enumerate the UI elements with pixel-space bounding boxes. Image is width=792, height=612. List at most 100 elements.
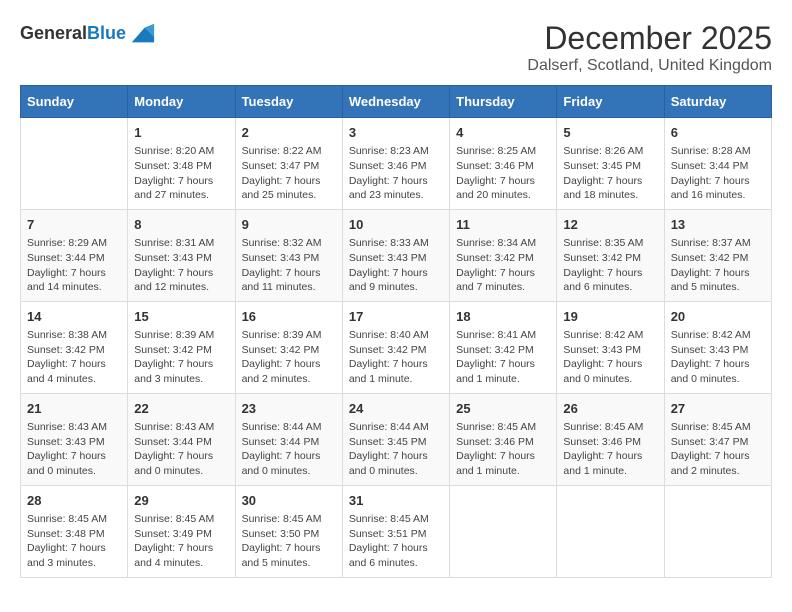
day-info: Sunrise: 8:35 AMSunset: 3:42 PMDaylight:… — [563, 236, 657, 295]
day-info: Sunrise: 8:26 AMSunset: 3:45 PMDaylight:… — [563, 144, 657, 203]
day-number: 4 — [456, 124, 550, 142]
calendar-cell: 2 Sunrise: 8:22 AMSunset: 3:47 PMDaylight… — [235, 118, 342, 210]
title-section: December 2025 Dalserf, Scotland, United … — [527, 20, 772, 75]
day-number: 31 — [349, 492, 443, 510]
day-number: 17 — [349, 308, 443, 326]
day-number: 13 — [671, 216, 765, 234]
day-number: 8 — [134, 216, 228, 234]
calendar-cell: 5 Sunrise: 8:26 AMSunset: 3:45 PMDaylight… — [557, 118, 664, 210]
day-info: Sunrise: 8:45 AMSunset: 3:48 PMDaylight:… — [27, 512, 121, 571]
calendar-cell: 14 Sunrise: 8:38 AMSunset: 3:42 PMDayligh… — [21, 301, 128, 393]
calendar-cell: 28 Sunrise: 8:45 AMSunset: 3:48 PMDayligh… — [21, 485, 128, 577]
day-number: 23 — [242, 400, 336, 418]
calendar-cell: 27 Sunrise: 8:45 AMSunset: 3:47 PMDayligh… — [664, 393, 771, 485]
day-info: Sunrise: 8:20 AMSunset: 3:48 PMDaylight:… — [134, 144, 228, 203]
day-number: 25 — [456, 400, 550, 418]
day-number: 24 — [349, 400, 443, 418]
calendar-cell: 15Sunrise: 8:39 AMSunset: 3:42 PMDayligh… — [128, 301, 235, 393]
calendar-cell — [664, 485, 771, 577]
day-info: Sunrise: 8:41 AMSunset: 3:42 PMDaylight:… — [456, 328, 550, 387]
day-info: Sunrise: 8:29 AMSunset: 3:44 PMDaylight:… — [27, 236, 121, 295]
day-number: 26 — [563, 400, 657, 418]
day-number: 20 — [671, 308, 765, 326]
calendar-cell: 22Sunrise: 8:43 AMSunset: 3:44 PMDayligh… — [128, 393, 235, 485]
day-number: 10 — [349, 216, 443, 234]
day-info: Sunrise: 8:43 AMSunset: 3:43 PMDaylight:… — [27, 420, 121, 479]
day-number: 19 — [563, 308, 657, 326]
day-number: 12 — [563, 216, 657, 234]
day-info: Sunrise: 8:31 AMSunset: 3:43 PMDaylight:… — [134, 236, 228, 295]
calendar-table: SundayMondayTuesdayWednesdayThursdayFrid… — [20, 85, 772, 578]
day-info: Sunrise: 8:44 AMSunset: 3:44 PMDaylight:… — [242, 420, 336, 479]
day-info: Sunrise: 8:37 AMSunset: 3:42 PMDaylight:… — [671, 236, 765, 295]
day-number: 3 — [349, 124, 443, 142]
calendar-cell: 3 Sunrise: 8:23 AMSunset: 3:46 PMDaylight… — [342, 118, 449, 210]
calendar-cell: 21Sunrise: 8:43 AMSunset: 3:43 PMDayligh… — [21, 393, 128, 485]
logo-general-text: General — [20, 23, 87, 43]
calendar-cell: 23 Sunrise: 8:44 AMSunset: 3:44 PMDayligh… — [235, 393, 342, 485]
day-number: 2 — [242, 124, 336, 142]
day-info: Sunrise: 8:42 AMSunset: 3:43 PMDaylight:… — [563, 328, 657, 387]
header-day-sunday: Sunday — [21, 86, 128, 118]
day-number: 1 — [134, 124, 228, 142]
week-row-4: 21Sunrise: 8:43 AMSunset: 3:43 PMDayligh… — [21, 393, 772, 485]
day-info: Sunrise: 8:34 AMSunset: 3:42 PMDaylight:… — [456, 236, 550, 295]
day-number: 14 — [27, 308, 121, 326]
calendar-cell — [21, 118, 128, 210]
day-info: Sunrise: 8:45 AMSunset: 3:49 PMDaylight:… — [134, 512, 228, 571]
day-info: Sunrise: 8:39 AMSunset: 3:42 PMDaylight:… — [242, 328, 336, 387]
logo-icon — [128, 20, 156, 48]
calendar-cell: 8 Sunrise: 8:31 AMSunset: 3:43 PMDaylight… — [128, 209, 235, 301]
calendar-cell — [557, 485, 664, 577]
calendar-cell: 20 Sunrise: 8:42 AMSunset: 3:43 PMDayligh… — [664, 301, 771, 393]
day-number: 27 — [671, 400, 765, 418]
header-day-thursday: Thursday — [450, 86, 557, 118]
calendar-cell: 19 Sunrise: 8:42 AMSunset: 3:43 PMDayligh… — [557, 301, 664, 393]
calendar-cell: 7 Sunrise: 8:29 AMSunset: 3:44 PMDaylight… — [21, 209, 128, 301]
day-info: Sunrise: 8:23 AMSunset: 3:46 PMDaylight:… — [349, 144, 443, 203]
calendar-cell: 6Sunrise: 8:28 AMSunset: 3:44 PMDaylight… — [664, 118, 771, 210]
day-number: 28 — [27, 492, 121, 510]
calendar-cell: 12 Sunrise: 8:35 AMSunset: 3:42 PMDayligh… — [557, 209, 664, 301]
day-number: 22 — [134, 400, 228, 418]
day-info: Sunrise: 8:25 AMSunset: 3:46 PMDaylight:… — [456, 144, 550, 203]
calendar-cell: 30Sunrise: 8:45 AMSunset: 3:50 PMDayligh… — [235, 485, 342, 577]
day-number: 5 — [563, 124, 657, 142]
day-number: 18 — [456, 308, 550, 326]
day-info: Sunrise: 8:44 AMSunset: 3:45 PMDaylight:… — [349, 420, 443, 479]
calendar-cell: 1 Sunrise: 8:20 AMSunset: 3:48 PMDaylight… — [128, 118, 235, 210]
logo-blue-text: Blue — [87, 23, 126, 43]
header-day-saturday: Saturday — [664, 86, 771, 118]
header-row: SundayMondayTuesdayWednesdayThursdayFrid… — [21, 86, 772, 118]
calendar-cell: 9 Sunrise: 8:32 AMSunset: 3:43 PMDaylight… — [235, 209, 342, 301]
week-row-5: 28 Sunrise: 8:45 AMSunset: 3:48 PMDayligh… — [21, 485, 772, 577]
day-number: 30 — [242, 492, 336, 510]
calendar-cell: 11 Sunrise: 8:34 AMSunset: 3:42 PMDayligh… — [450, 209, 557, 301]
calendar-cell: 13 Sunrise: 8:37 AMSunset: 3:42 PMDayligh… — [664, 209, 771, 301]
calendar-cell — [450, 485, 557, 577]
day-info: Sunrise: 8:45 AMSunset: 3:47 PMDaylight:… — [671, 420, 765, 479]
calendar-body: 1 Sunrise: 8:20 AMSunset: 3:48 PMDaylight… — [21, 118, 772, 578]
day-number: 11 — [456, 216, 550, 234]
header-day-tuesday: Tuesday — [235, 86, 342, 118]
page-header: GeneralBlue December 2025 Dalserf, Scotl… — [20, 20, 772, 75]
day-info: Sunrise: 8:32 AMSunset: 3:43 PMDaylight:… — [242, 236, 336, 295]
day-number: 15 — [134, 308, 228, 326]
day-number: 7 — [27, 216, 121, 234]
calendar-cell: 25 Sunrise: 8:45 AMSunset: 3:46 PMDayligh… — [450, 393, 557, 485]
day-info: Sunrise: 8:45 AMSunset: 3:46 PMDaylight:… — [456, 420, 550, 479]
day-info: Sunrise: 8:42 AMSunset: 3:43 PMDaylight:… — [671, 328, 765, 387]
calendar-cell: 24 Sunrise: 8:44 AMSunset: 3:45 PMDayligh… — [342, 393, 449, 485]
header-day-monday: Monday — [128, 86, 235, 118]
day-info: Sunrise: 8:22 AMSunset: 3:47 PMDaylight:… — [242, 144, 336, 203]
logo: GeneralBlue — [20, 20, 156, 48]
day-info: Sunrise: 8:28 AMSunset: 3:44 PMDaylight:… — [671, 144, 765, 203]
week-row-2: 7 Sunrise: 8:29 AMSunset: 3:44 PMDaylight… — [21, 209, 772, 301]
day-info: Sunrise: 8:45 AMSunset: 3:46 PMDaylight:… — [563, 420, 657, 479]
calendar-cell: 16Sunrise: 8:39 AMSunset: 3:42 PMDayligh… — [235, 301, 342, 393]
day-info: Sunrise: 8:38 AMSunset: 3:42 PMDaylight:… — [27, 328, 121, 387]
page-subtitle: Dalserf, Scotland, United Kingdom — [527, 57, 772, 75]
calendar-cell: 26 Sunrise: 8:45 AMSunset: 3:46 PMDayligh… — [557, 393, 664, 485]
day-info: Sunrise: 8:45 AMSunset: 3:51 PMDaylight:… — [349, 512, 443, 571]
day-number: 9 — [242, 216, 336, 234]
